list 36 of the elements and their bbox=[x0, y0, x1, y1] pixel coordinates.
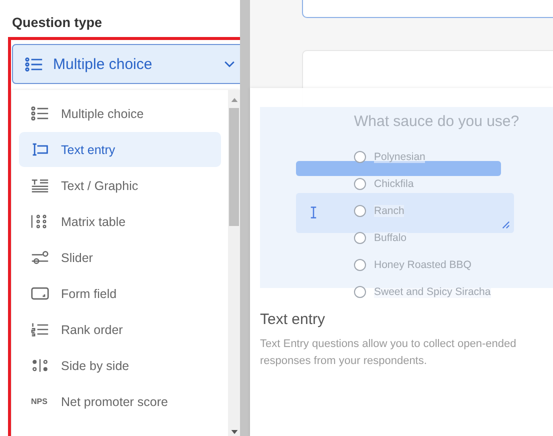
text-cursor-icon bbox=[31, 142, 49, 157]
menu-item[interactable]: Matrix table bbox=[19, 204, 221, 239]
menu-item[interactable]: Side by side bbox=[19, 348, 221, 383]
slider-icon bbox=[31, 250, 49, 265]
menu-item[interactable]: Multiple choice bbox=[19, 96, 221, 131]
list-icon bbox=[31, 106, 49, 121]
resize-handle-icon bbox=[501, 220, 510, 229]
form-field-icon bbox=[31, 286, 49, 301]
side-by-side-icon bbox=[31, 358, 49, 373]
nps-icon: NPS bbox=[31, 397, 49, 406]
caret-icon bbox=[224, 60, 235, 68]
text-lines-icon bbox=[31, 178, 49, 193]
question-text: What sauce do you use? bbox=[354, 113, 520, 132]
menu-item[interactable]: Rank order bbox=[19, 312, 221, 347]
menu-item[interactable]: NPS Net promoter score bbox=[19, 384, 221, 419]
list-icon bbox=[25, 56, 43, 72]
option-label: Ranch bbox=[374, 204, 404, 216]
preview-description: Text Entry questions allow you to collect open-ended responses from your respondents. bbox=[260, 337, 518, 369]
numbered-list-icon bbox=[31, 322, 49, 337]
menu-item[interactable]: Text / Graphic bbox=[19, 168, 221, 203]
menu-item[interactable]: Slider bbox=[19, 240, 221, 275]
option-label: Chickfila bbox=[374, 178, 414, 190]
preview-title: Text entry bbox=[260, 311, 326, 328]
page-scrollbar[interactable] bbox=[240, 0, 250, 436]
grid-dots-icon bbox=[31, 214, 49, 229]
scroll-down-icon[interactable] bbox=[230, 430, 238, 434]
scrollbar[interactable] bbox=[228, 90, 240, 436]
scroll-up-icon[interactable] bbox=[230, 98, 238, 102]
panel-title: Question type bbox=[12, 15, 104, 32]
option-label: Buffalo bbox=[374, 232, 406, 244]
question-type-dropdown[interactable]: Multiple choice bbox=[12, 44, 240, 84]
option-label: Sweet and Spicy Siracha bbox=[374, 286, 491, 298]
text-cursor-icon bbox=[310, 206, 317, 219]
option-label: Honey Roasted BBQ bbox=[374, 258, 472, 270]
menu-item[interactable]: Form field bbox=[19, 276, 221, 311]
menu-item[interactable]: Text entry bbox=[19, 132, 221, 167]
